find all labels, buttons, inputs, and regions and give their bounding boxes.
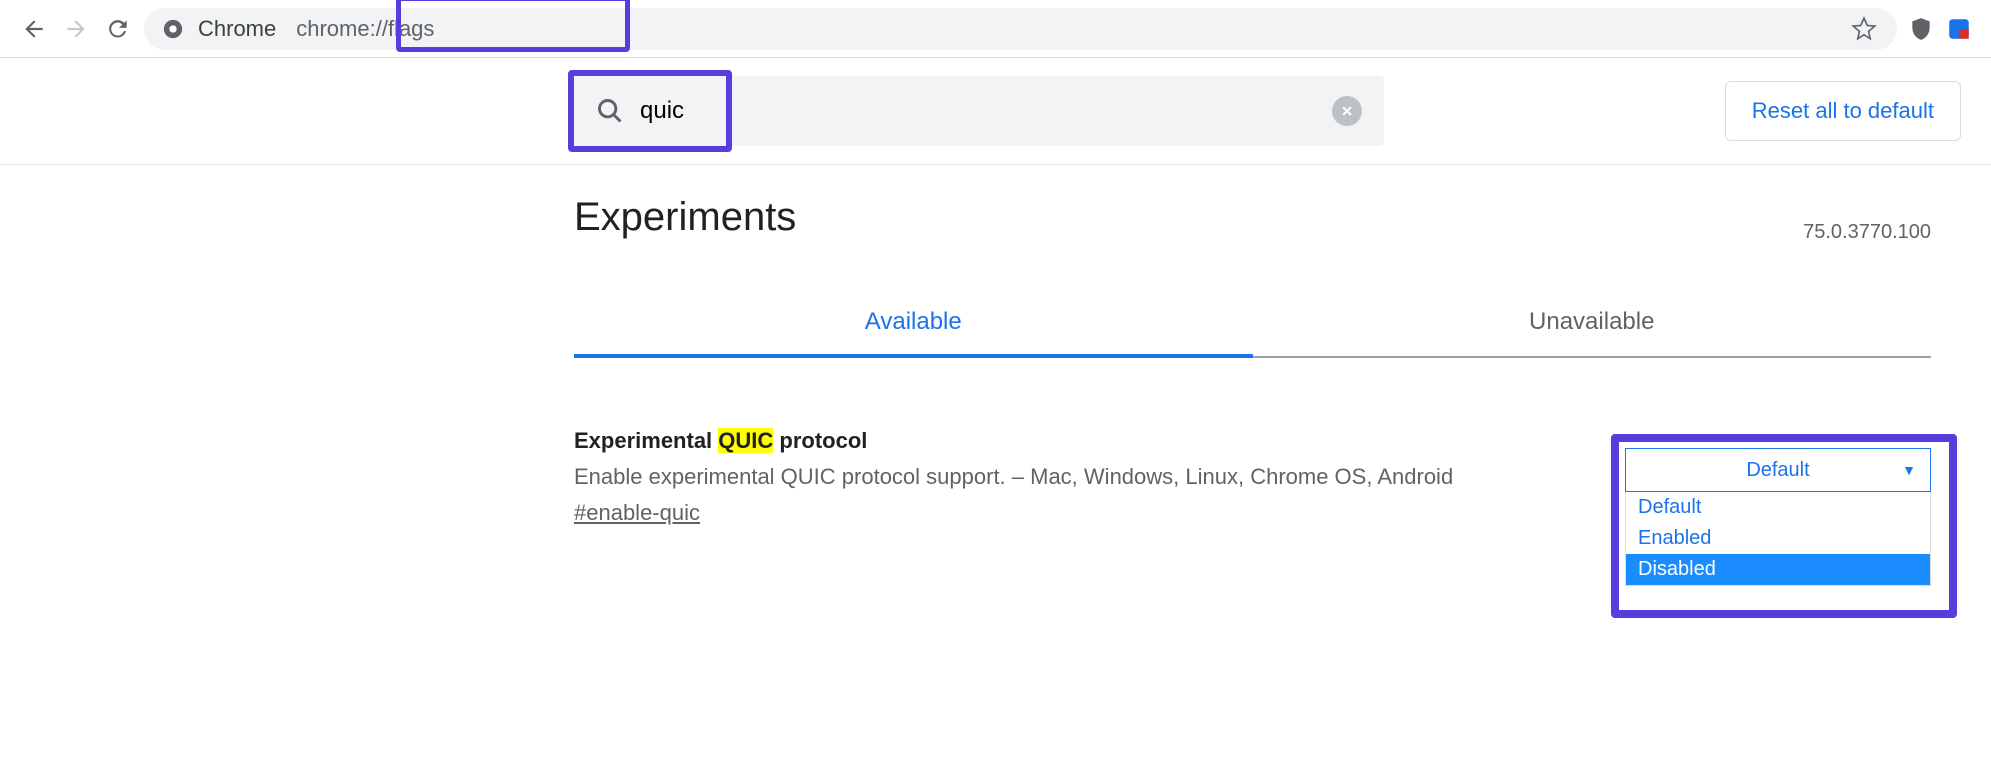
clear-search-icon[interactable] bbox=[1332, 96, 1362, 126]
chevron-down-icon: ▼ bbox=[1902, 462, 1916, 478]
search-input[interactable] bbox=[640, 97, 1316, 125]
flag-entry: Experimental QUIC protocol Enable experi… bbox=[574, 428, 1931, 586]
chrome-icon bbox=[162, 18, 184, 40]
browser-toolbar: Chrome chrome://flags bbox=[0, 0, 1991, 58]
search-highlight: QUIC bbox=[718, 428, 773, 453]
flag-title: Experimental QUIC protocol bbox=[574, 428, 1585, 454]
tabs: Available Unavailable bbox=[574, 290, 1931, 358]
flag-dropdown: Default ▼ Default Enabled Disabled bbox=[1625, 448, 1931, 586]
flag-anchor-link[interactable]: #enable-quic bbox=[574, 500, 700, 526]
address-bar[interactable]: Chrome chrome://flags bbox=[144, 8, 1897, 50]
flag-description: Enable experimental QUIC protocol suppor… bbox=[574, 464, 1585, 490]
reset-all-button[interactable]: Reset all to default bbox=[1725, 81, 1961, 141]
browser-label: Chrome bbox=[198, 16, 276, 42]
dropdown-option-disabled[interactable]: Disabled bbox=[1626, 554, 1930, 585]
search-icon bbox=[596, 97, 624, 125]
flags-search-box[interactable] bbox=[574, 76, 1384, 146]
bookmark-star-icon[interactable] bbox=[1849, 14, 1879, 44]
url-text: chrome://flags bbox=[290, 14, 440, 44]
dropdown-selected: Default bbox=[1746, 459, 1809, 482]
version-label: 75.0.3770.100 bbox=[1803, 221, 1931, 244]
page-title: Experiments bbox=[574, 195, 1931, 240]
dropdown-option-default[interactable]: Default bbox=[1626, 492, 1930, 523]
tab-unavailable[interactable]: Unavailable bbox=[1253, 290, 1932, 358]
flags-search-row: Reset all to default bbox=[0, 58, 1991, 165]
dropdown-button[interactable]: Default ▼ bbox=[1625, 448, 1931, 492]
back-button[interactable] bbox=[18, 13, 50, 45]
dropdown-option-enabled[interactable]: Enabled bbox=[1626, 523, 1930, 554]
extension-icon[interactable] bbox=[1945, 15, 1973, 43]
dropdown-list: Default Enabled Disabled bbox=[1625, 492, 1931, 586]
tab-available[interactable]: Available bbox=[574, 290, 1253, 358]
forward-button[interactable] bbox=[60, 13, 92, 45]
ublock-extension-icon[interactable] bbox=[1907, 15, 1935, 43]
reload-button[interactable] bbox=[102, 13, 134, 45]
flags-main: Experiments 75.0.3770.100 Available Unav… bbox=[0, 165, 1991, 586]
